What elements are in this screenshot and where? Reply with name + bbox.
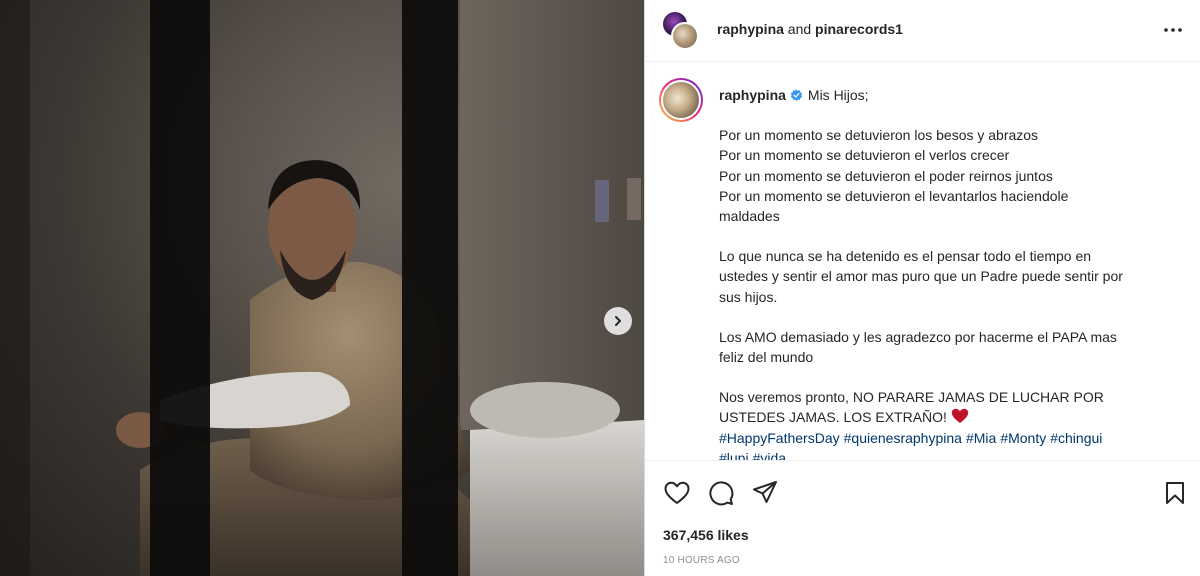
post-actions: 367,456 likes 10 HOURS AGO <box>645 460 1200 576</box>
caption-line: Por un momento se detuvieron el verlos c… <box>719 147 1010 164</box>
coauthor-username-link[interactable]: pinarecords1 <box>815 21 903 37</box>
caption-line: sus hijos. <box>719 288 778 305</box>
hashtag-link[interactable]: #quienesraphypina <box>844 430 962 446</box>
caption-line: Nos veremos pronto, NO PARARE JAMAS DE L… <box>719 389 1104 406</box>
caption-line: Por un momento se detuvieron el levantar… <box>719 187 1069 204</box>
more-options-button[interactable] <box>1161 20 1185 40</box>
caption-line: maldades <box>719 208 780 225</box>
caption-line: USTEDES JAMAS. LOS EXTRAÑO! <box>719 407 1185 427</box>
hashtag-link[interactable]: #HappyFathersDay <box>719 430 840 446</box>
share-button[interactable] <box>751 479 779 507</box>
more-options-icon <box>1164 28 1182 32</box>
caption-line-text: USTEDES JAMAS. LOS EXTRAÑO! <box>719 409 947 426</box>
heart-outline-icon <box>664 481 690 504</box>
caption-first-line: Mis Hijos; <box>807 87 869 103</box>
caption-paragraph-1: Por un momento se detuvieron los besos y… <box>719 125 1185 226</box>
authors-connector: and <box>787 21 812 37</box>
caption-paragraph-4: Nos veremos pronto, NO PARARE JAMAS DE L… <box>719 387 1185 460</box>
like-count[interactable]: 367,456 likes <box>663 527 749 543</box>
hashtags-overflow: #lupi #vida <box>719 448 1185 460</box>
caption: raphypina Mis Hijos; Por un momento se d… <box>719 85 1185 460</box>
paper-plane-icon <box>753 481 777 503</box>
caption-paragraph-3: Los AMO demasiado y les agradezco por ha… <box>719 327 1185 367</box>
red-heart-emoji-icon <box>951 409 969 424</box>
caption-line: Por un momento se detuvieron los besos y… <box>719 127 1039 144</box>
post-header: raphypina and pinarecords1 <box>645 0 1200 62</box>
post-media[interactable] <box>0 0 644 576</box>
collab-avatars[interactable] <box>661 12 701 52</box>
comment-bubble-icon <box>709 481 734 506</box>
caption-scroll-area[interactable]: raphypina Mis Hijos; Por un momento se d… <box>645 62 1200 460</box>
chevron-right-icon <box>615 316 621 326</box>
post-side-panel: raphypina and pinarecords1 raphypina Mis <box>644 0 1200 576</box>
caption-line: feliz del mundo <box>719 349 814 366</box>
comment-button[interactable] <box>707 479 735 507</box>
caption-line: Los AMO demasiado y les agradezco por ha… <box>719 328 1117 345</box>
post-photo <box>0 0 644 576</box>
bookmark-icon <box>1166 482 1184 504</box>
hashtag-link[interactable]: #chingui <box>1050 430 1102 446</box>
hashtag-link[interactable]: #vida <box>753 450 786 460</box>
caption-author-avatar[interactable] <box>659 78 703 122</box>
like-button[interactable] <box>663 479 691 507</box>
caption-username-link[interactable]: raphypina <box>719 85 786 105</box>
hashtag-link[interactable]: #lupi <box>719 450 749 460</box>
caption-line: Por un momento se detuvieron el poder re… <box>719 167 1053 184</box>
hashtags: #HappyFathersDay #quienesraphypina #Mia #Mo… <box>719 428 1185 448</box>
verified-badge-icon <box>790 88 803 101</box>
post-timestamp[interactable]: 10 HOURS AGO <box>663 555 740 566</box>
hashtag-link[interactable]: #Monty <box>1000 430 1046 446</box>
avatar-secondary[interactable] <box>671 22 699 50</box>
next-image-button[interactable] <box>604 307 632 335</box>
caption-paragraph-2: Lo que nunca se ha detenido es el pensar… <box>719 246 1185 307</box>
caption-line: ustedes y sentir el amor mas puro que un… <box>719 268 1123 285</box>
post-authors: raphypina and pinarecords1 <box>717 21 903 37</box>
save-button[interactable] <box>1161 479 1189 507</box>
hashtag-link[interactable]: #Mia <box>966 430 996 446</box>
author-username-link[interactable]: raphypina <box>717 21 784 37</box>
caption-line: Lo que nunca se ha detenido es el pensar… <box>719 248 1092 265</box>
